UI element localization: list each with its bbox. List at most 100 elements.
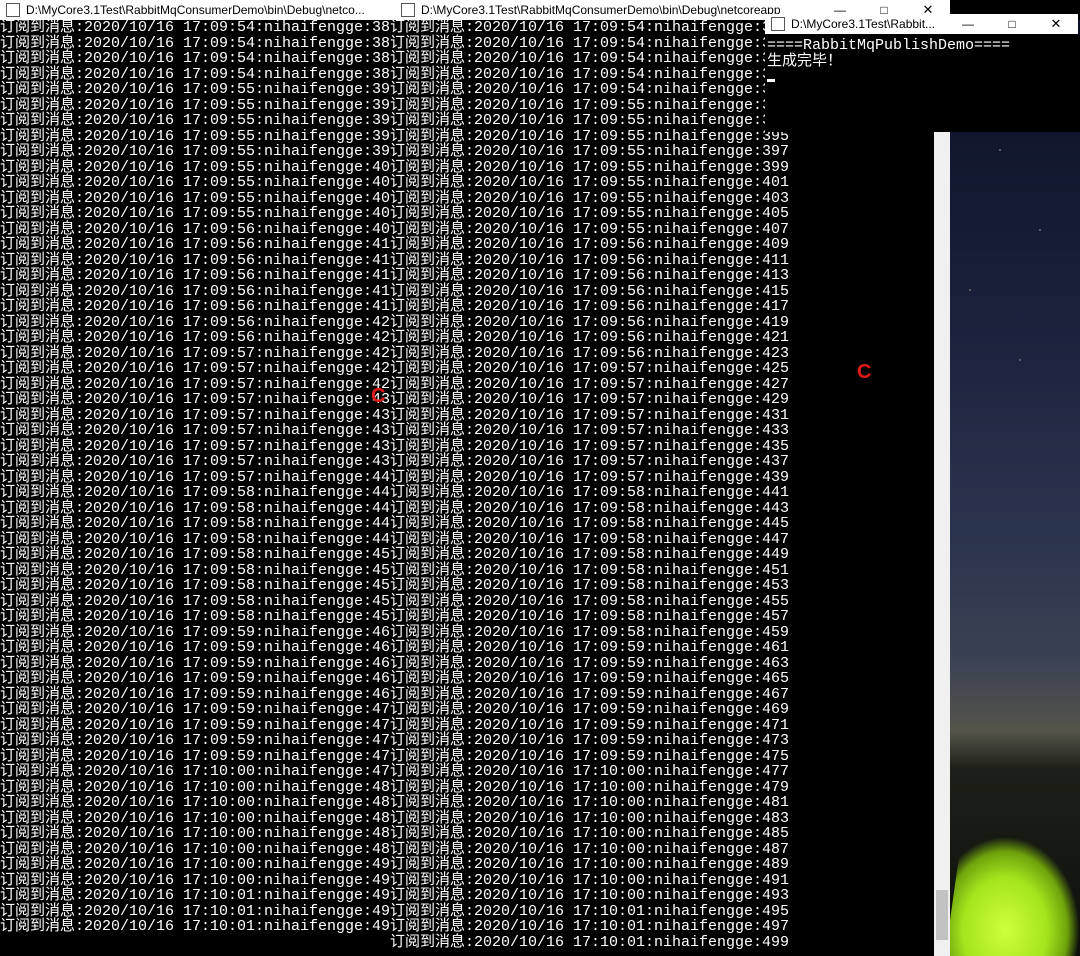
- log-line: 订阅到消息:2020/10/16 17:09:55:nihaifengge:39…: [0, 98, 390, 114]
- log-line: 订阅到消息:2020/10/16 17:10:01:nihaifengge:49…: [390, 904, 934, 920]
- log-line: 订阅到消息:2020/10/16 17:09:59:nihaifengge:47…: [0, 718, 390, 734]
- log-line: 订阅到消息:2020/10/16 17:09:59:nihaifengge:47…: [390, 749, 934, 765]
- log-line: 订阅到消息:2020/10/16 17:09:58:nihaifengge:44…: [390, 501, 934, 517]
- publisher-titlebar[interactable]: D:\MyCore3.1Test\Rabbit... — □ ✕: [765, 14, 1078, 34]
- maximize-button[interactable]: □: [990, 14, 1034, 34]
- log-line: 订阅到消息:2020/10/16 17:09:56:nihaifengge:40…: [390, 237, 934, 253]
- log-line: 订阅到消息:2020/10/16 17:09:59:nihaifengge:46…: [0, 671, 390, 687]
- log-line: 订阅到消息:2020/10/16 17:09:58:nihaifengge:45…: [390, 578, 934, 594]
- log-line: 订阅到消息:2020/10/16 17:09:59:nihaifengge:46…: [0, 656, 390, 672]
- log-line: 订阅到消息:2020/10/16 17:09:59:nihaifengge:46…: [0, 687, 390, 703]
- log-line: 订阅到消息:2020/10/16 17:09:55:nihaifengge:39…: [0, 129, 390, 145]
- log-line: 订阅到消息:2020/10/16 17:09:58:nihaifengge:45…: [0, 563, 390, 579]
- log-line: 订阅到消息:2020/10/16 17:09:57:nihaifengge:42…: [390, 361, 934, 377]
- log-line: 订阅到消息:2020/10/16 17:09:55:nihaifengge:39…: [390, 160, 934, 176]
- publisher-title: D:\MyCore3.1Test\Rabbit...: [791, 17, 946, 31]
- log-line: 订阅到消息:2020/10/16 17:09:58:nihaifengge:44…: [390, 516, 934, 532]
- log-line: 订阅到消息:2020/10/16 17:10:00:nihaifengge:48…: [0, 842, 390, 858]
- log-line: 订阅到消息:2020/10/16 17:09:55:nihaifengge:39…: [0, 144, 390, 160]
- log-line: 订阅到消息:2020/10/16 17:09:56:nihaifengge:41…: [0, 299, 390, 315]
- log-line: 订阅到消息:2020/10/16 17:09:56:nihaifengge:41…: [390, 284, 934, 300]
- log-line: 订阅到消息:2020/10/16 17:09:59:nihaifengge:47…: [390, 733, 934, 749]
- log-line: 订阅到消息:2020/10/16 17:10:00:nihaifengge:48…: [0, 795, 390, 811]
- log-line: 订阅到消息:2020/10/16 17:10:01:nihaifengge:49…: [390, 935, 934, 951]
- log-line: 订阅到消息:2020/10/16 17:09:54:nihaifengge:38…: [0, 20, 390, 36]
- log-line: 订阅到消息:2020/10/16 17:09:59:nihaifengge:46…: [390, 702, 934, 718]
- log-line: 订阅到消息:2020/10/16 17:10:00:nihaifengge:49…: [390, 873, 934, 889]
- console-icon: [401, 3, 415, 17]
- consumer2-title: D:\MyCore3.1Test\RabbitMqConsumerDemo\bi…: [421, 3, 818, 17]
- log-line: 生成完毕！: [767, 54, 1080, 70]
- log-line: 订阅到消息:2020/10/16 17:09:58:nihaifengge:45…: [0, 594, 390, 610]
- log-line: 订阅到消息:2020/10/16 17:09:58:nihaifengge:45…: [390, 625, 934, 641]
- log-line: 订阅到消息:2020/10/16 17:09:58:nihaifengge:45…: [390, 563, 934, 579]
- log-line: 订阅到消息:2020/10/16 17:09:59:nihaifengge:46…: [390, 656, 934, 672]
- consumer2-console[interactable]: 订阅到消息:2020/10/16 17:09:54:nihaifengge:38…: [390, 20, 934, 956]
- console-icon: [6, 3, 20, 17]
- log-line: 订阅到消息:2020/10/16 17:09:58:nihaifengge:45…: [0, 609, 390, 625]
- scrollbar-thumb[interactable]: [936, 890, 948, 940]
- log-line: 订阅到消息:2020/10/16 17:09:58:nihaifengge:45…: [390, 594, 934, 610]
- log-line: 订阅到消息:2020/10/16 17:10:00:nihaifengge:48…: [0, 826, 390, 842]
- log-line: 订阅到消息:2020/10/16 17:10:00:nihaifengge:48…: [390, 842, 934, 858]
- minimize-button[interactable]: —: [946, 14, 990, 34]
- log-line: 订阅到消息:2020/10/16 17:10:00:nihaifengge:48…: [390, 811, 934, 827]
- log-line: 订阅到消息:2020/10/16 17:09:57:nihaifengge:42…: [0, 361, 390, 377]
- log-line: 订阅到消息:2020/10/16 17:09:55:nihaifengge:39…: [0, 82, 390, 98]
- log-line: 订阅到消息:2020/10/16 17:09:57:nihaifengge:44…: [0, 470, 390, 486]
- log-line: 订阅到消息:2020/10/16 17:09:55:nihaifengge:39…: [390, 144, 934, 160]
- log-line: 订阅到消息:2020/10/16 17:09:56:nihaifengge:41…: [0, 253, 390, 269]
- log-line: 订阅到消息:2020/10/16 17:09:56:nihaifengge:41…: [390, 268, 934, 284]
- log-line: 订阅到消息:2020/10/16 17:09:58:nihaifengge:44…: [0, 516, 390, 532]
- log-line: 订阅到消息:2020/10/16 17:09:56:nihaifengge:42…: [390, 346, 934, 362]
- log-line: 订阅到消息:2020/10/16 17:09:59:nihaifengge:46…: [0, 640, 390, 656]
- log-line: 订阅到消息:2020/10/16 17:09:58:nihaifengge:44…: [0, 532, 390, 548]
- log-line: 订阅到消息:2020/10/16 17:10:01:nihaifengge:49…: [390, 919, 934, 935]
- log-line: 订阅到消息:2020/10/16 17:09:57:nihaifengge:42…: [390, 392, 934, 408]
- log-line: 订阅到消息:2020/10/16 17:09:59:nihaifengge:47…: [0, 702, 390, 718]
- log-line: 订阅到消息:2020/10/16 17:10:00:nihaifengge:48…: [390, 826, 934, 842]
- log-line: 订阅到消息:2020/10/16 17:09:59:nihaifengge:47…: [0, 733, 390, 749]
- consumer1-titlebar[interactable]: D:\MyCore3.1Test\RabbitMqConsumerDemo\bi…: [0, 0, 395, 20]
- close-button[interactable]: ✕: [1034, 14, 1078, 34]
- log-line: 订阅到消息:2020/10/16 17:09:57:nihaifengge:43…: [390, 439, 934, 455]
- cursor: [767, 79, 775, 82]
- log-line: 订阅到消息:2020/10/16 17:10:00:nihaifengge:48…: [390, 795, 934, 811]
- log-line: 订阅到消息:2020/10/16 17:09:57:nihaifengge:42…: [0, 377, 390, 393]
- log-line: 订阅到消息:2020/10/16 17:09:54:nihaifengge:38…: [0, 36, 390, 52]
- log-line: 订阅到消息:2020/10/16 17:10:00:nihaifengge:47…: [0, 764, 390, 780]
- log-line: 订阅到消息:2020/10/16 17:09:58:nihaifengge:45…: [0, 578, 390, 594]
- log-line: 订阅到消息:2020/10/16 17:10:01:nihaifengge:49…: [0, 904, 390, 920]
- log-line: 订阅到消息:2020/10/16 17:09:56:nihaifengge:41…: [390, 315, 934, 331]
- log-line: 订阅到消息:2020/10/16 17:09:57:nihaifengge:43…: [0, 423, 390, 439]
- log-line: 订阅到消息:2020/10/16 17:09:55:nihaifengge:40…: [0, 160, 390, 176]
- log-line: 订阅到消息:2020/10/16 17:09:55:nihaifengge:40…: [390, 191, 934, 207]
- log-line: 订阅到消息:2020/10/16 17:09:54:nihaifengge:38…: [0, 51, 390, 67]
- log-line: 订阅到消息:2020/10/16 17:09:57:nihaifengge:42…: [0, 346, 390, 362]
- log-line: 订阅到消息:2020/10/16 17:10:00:nihaifengge:47…: [390, 780, 934, 796]
- log-line: 订阅到消息:2020/10/16 17:10:00:nihaifengge:48…: [0, 811, 390, 827]
- log-line: 订阅到消息:2020/10/16 17:09:56:nihaifengge:41…: [0, 237, 390, 253]
- console-icon: [771, 17, 785, 31]
- log-line: 订阅到消息:2020/10/16 17:09:57:nihaifengge:42…: [390, 377, 934, 393]
- log-line: 订阅到消息:2020/10/16 17:09:56:nihaifengge:42…: [0, 315, 390, 331]
- log-line: 订阅到消息:2020/10/16 17:09:55:nihaifengge:40…: [0, 175, 390, 191]
- log-line: 订阅到消息:2020/10/16 17:10:00:nihaifengge:49…: [0, 873, 390, 889]
- log-line: 订阅到消息:2020/10/16 17:09:57:nihaifengge:43…: [0, 392, 390, 408]
- log-line: 订阅到消息:2020/10/16 17:09:58:nihaifengge:45…: [0, 547, 390, 563]
- log-line: ====RabbitMqPublishDemo====: [767, 38, 1080, 54]
- log-line: 订阅到消息:2020/10/16 17:09:56:nihaifengge:41…: [390, 299, 934, 315]
- annotation-c2: C: [857, 361, 871, 384]
- annotation-c1: C: [371, 385, 385, 408]
- log-line: 订阅到消息:2020/10/16 17:10:00:nihaifengge:47…: [390, 764, 934, 780]
- log-line: 订阅到消息:2020/10/16 17:09:56:nihaifengge:41…: [0, 268, 390, 284]
- log-line: 订阅到消息:2020/10/16 17:09:59:nihaifengge:47…: [390, 718, 934, 734]
- log-line: 订阅到消息:2020/10/16 17:09:57:nihaifengge:43…: [390, 408, 934, 424]
- publisher-console[interactable]: ====RabbitMqPublishDemo====生成完毕！: [765, 34, 1080, 132]
- consumer1-console[interactable]: 订阅到消息:2020/10/16 17:09:54:nihaifengge:38…: [0, 20, 390, 956]
- log-line: 订阅到消息:2020/10/16 17:09:54:nihaifengge:38…: [0, 67, 390, 83]
- consumer1-title: D:\MyCore3.1Test\RabbitMqConsumerDemo\bi…: [26, 3, 395, 17]
- log-line: 订阅到消息:2020/10/16 17:10:01:nihaifengge:49…: [0, 888, 390, 904]
- consumer2-scrollbar[interactable]: [934, 20, 950, 956]
- log-line: 订阅到消息:2020/10/16 17:09:58:nihaifengge:45…: [390, 609, 934, 625]
